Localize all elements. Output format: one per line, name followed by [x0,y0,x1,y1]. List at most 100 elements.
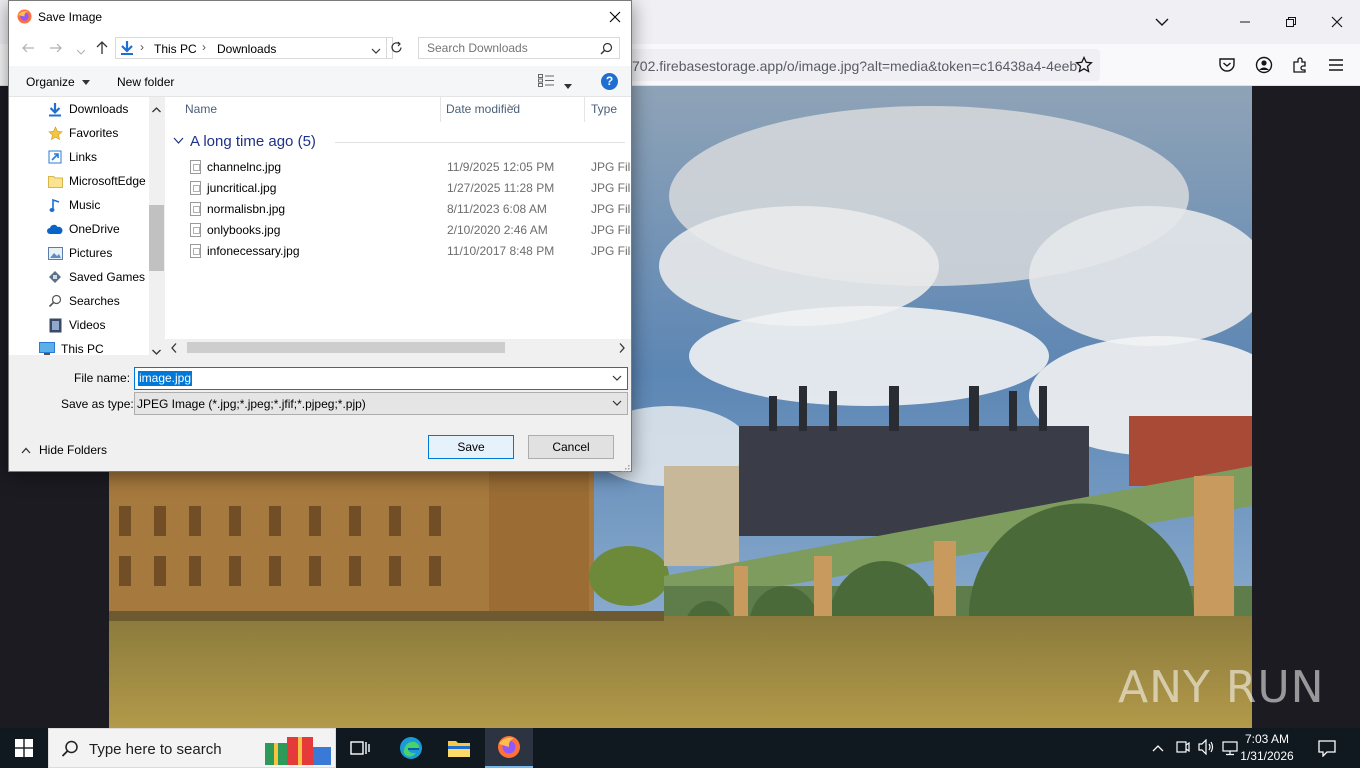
nav-item-saved-games[interactable]: Saved Games [47,265,164,289]
minimize-icon[interactable] [1222,0,1268,44]
nav-label: Saved Games [69,270,146,284]
extensions-icon[interactable] [1287,52,1313,78]
scroll-up-icon[interactable] [152,102,161,116]
nav-item-microsoftedge[interactable]: MicrosoftEdge [47,169,164,193]
windows-start-icon[interactable] [0,728,48,768]
file-row[interactable]: infonecessary.jpg 11/10/2017 8:48 PM JPG… [165,241,631,262]
view-dropdown-icon[interactable] [564,78,572,92]
nav-label: Links [69,150,98,164]
nav-item-this-pc[interactable]: This PC [39,337,164,355]
file-row[interactable]: normalisbn.jpg 8/11/2023 6:08 AM JPG Fil… [165,199,631,220]
nav-label: Favorites [69,126,119,140]
taskbar-search[interactable]: Type here to search [48,728,336,768]
file-row[interactable]: channelnc.jpg 11/9/2025 12:05 PM JPG Fil… [165,157,631,178]
search-box[interactable] [418,37,620,59]
file-name: normalisbn.jpg [207,202,286,216]
nav-label: Downloads [69,102,129,116]
hide-folders-toggle[interactable]: Hide Folders [21,443,107,457]
new-folder-button[interactable]: New folder [117,75,174,89]
save-type-value: JPEG Image (*.jpg;*.jpeg;*.jfif;*.pjpeg;… [137,397,366,411]
file-row[interactable]: onlybooks.jpg 2/10/2020 2:46 AM JPG File [165,220,631,241]
search-icon[interactable] [600,42,613,58]
nav-label: Videos [69,318,106,332]
file-date: 2/10/2020 2:46 AM [447,223,548,237]
recent-locations-icon[interactable] [76,44,86,58]
bookmark-star-icon[interactable] [1071,52,1097,78]
scroll-left-icon[interactable] [171,342,177,355]
nav-scrollbar[interactable] [149,97,164,355]
file-name-field[interactable]: image.jpg [134,367,628,390]
horizontal-scroll-thumb[interactable] [187,342,505,353]
nav-label: This PC [61,342,104,355]
breadcrumb-this-pc[interactable]: This PC [154,42,197,56]
nav-item-videos[interactable]: Videos [47,313,164,337]
organize-menu[interactable]: Organize [26,75,91,89]
menu-icon[interactable] [1323,52,1349,78]
view-options-icon[interactable] [538,74,554,90]
save-button[interactable]: Save [428,435,514,459]
column-name[interactable]: Name [185,97,217,122]
file-date: 1/27/2025 11:28 PM [447,181,555,195]
chevron-down-icon [173,137,184,144]
firefox-icon [17,9,32,24]
save-type-select[interactable]: JPEG Image (*.jpg;*.jpeg;*.jfif;*.pjpeg;… [134,392,628,415]
firefox-taskbar-icon[interactable] [485,728,533,768]
search-input[interactable] [419,38,595,58]
hide-folders-label: Hide Folders [39,443,108,457]
up-arrow-icon[interactable] [95,40,109,58]
image-file-icon [190,160,201,174]
pocket-icon[interactable] [1214,52,1240,78]
volume-icon[interactable] [1198,738,1216,758]
account-icon[interactable] [1251,52,1277,78]
file-row[interactable]: juncritical.jpg 1/27/2025 11:28 PM JPG F… [165,178,631,199]
file-explorer-icon[interactable] [435,728,483,768]
notifications-icon[interactable] [1318,739,1336,760]
breadcrumb-downloads[interactable]: Downloads [217,42,276,56]
nav-item-links[interactable]: Links [47,145,164,169]
refresh-icon[interactable] [390,41,403,57]
file-name: infonecessary.jpg [207,244,300,258]
file-type: JPG File [591,181,631,195]
save-image-dialog: Save Image › This PC › Downloads Search … [8,0,632,473]
nav-item-music[interactable]: Music [47,193,164,217]
clock-date: 1/31/2026 [1240,749,1294,763]
file-name: channelnc.jpg [207,160,282,174]
nav-item-searches[interactable]: Searches [47,289,164,313]
group-header[interactable]: A long time ago (5) [173,131,623,151]
help-icon[interactable]: ? [601,73,618,90]
restore-icon[interactable] [1268,0,1314,44]
file-type: JPG File [591,202,631,216]
close-icon[interactable] [1314,0,1360,44]
dialog-close-icon[interactable] [603,5,627,29]
scroll-down-icon[interactable] [152,344,161,355]
column-type[interactable]: Type [591,97,617,122]
chevron-down-icon[interactable] [611,397,623,409]
back-arrow-icon[interactable] [21,41,35,58]
nav-scroll-thumb[interactable] [149,205,164,271]
edge-browser-icon[interactable] [387,728,435,768]
taskbar: Type here to search 7:03 AM 1/31/2026 [0,728,1360,768]
cancel-button[interactable]: Cancel [528,435,614,459]
nav-item-downloads[interactable]: Downloads [47,97,164,121]
url-text[interactable]: 702.firebasestorage.app/o/image.jpg?alt=… [632,58,1077,74]
meet-now-icon[interactable] [1176,739,1190,758]
task-view-icon[interactable] [336,728,384,768]
horizontal-scrollbar[interactable] [165,339,631,355]
breadcrumb[interactable]: › This PC › Downloads [115,37,393,59]
navigation-pane: Downloads Favorites Links MicrosoftEdge … [9,97,164,355]
games-icon [47,269,63,285]
nav-item-onedrive[interactable]: OneDrive [47,217,164,241]
computer-icon [39,341,55,355]
chevron-down-icon[interactable] [611,372,623,384]
nav-item-pictures[interactable]: Pictures [47,241,164,265]
chevron-right-icon: › [140,40,144,54]
system-clock[interactable]: 7:03 AM 1/31/2026 [1232,731,1302,765]
show-hidden-icons-icon[interactable] [1152,741,1164,755]
nav-item-favorites[interactable]: Favorites [47,121,164,145]
list-all-tabs-icon[interactable] [1139,0,1185,44]
chevron-down-icon[interactable] [371,44,381,58]
file-name-value[interactable]: image.jpg [138,371,193,386]
scroll-right-icon[interactable] [619,342,625,355]
forward-arrow-icon[interactable] [49,41,63,58]
resize-grip-icon[interactable] [621,462,630,476]
